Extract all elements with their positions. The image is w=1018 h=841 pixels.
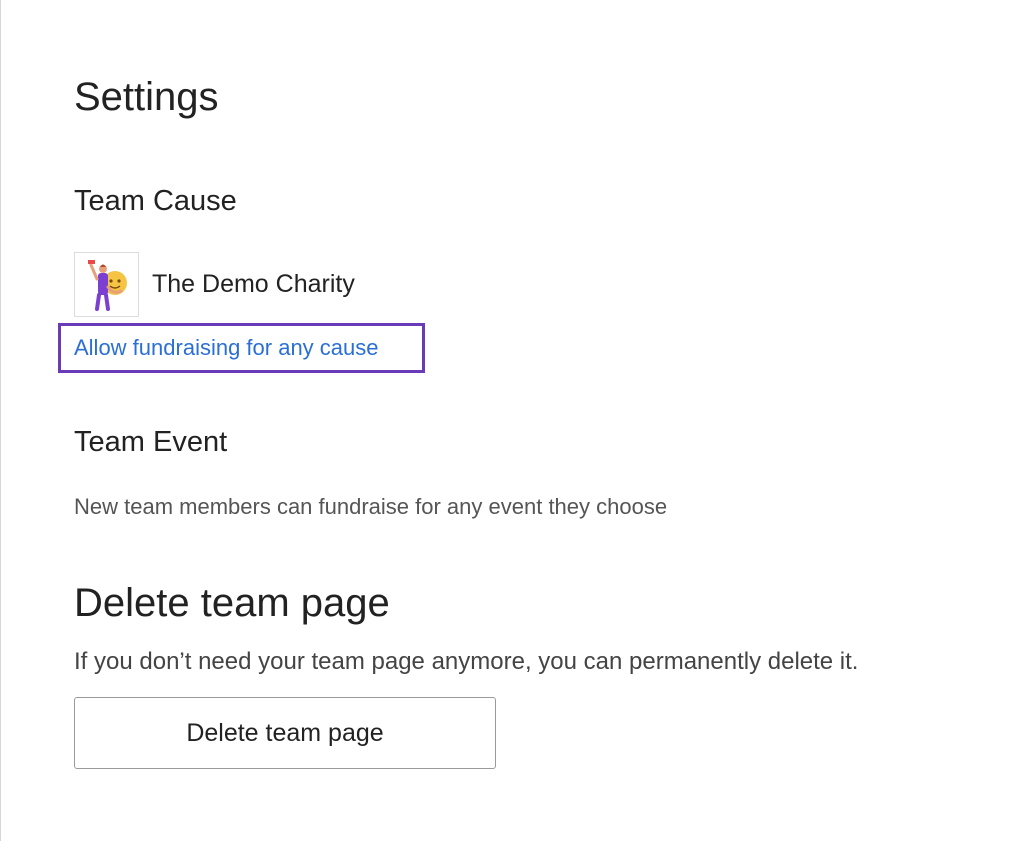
allow-any-cause-link[interactable]: Allow fundraising for any cause: [74, 335, 379, 361]
delete-team-page-button[interactable]: Delete team page: [74, 697, 496, 769]
delete-team-page-heading: Delete team page: [74, 581, 390, 625]
charity-name: The Demo Charity: [152, 270, 355, 298]
charity-logo: [74, 252, 139, 317]
charity-illustration-icon: [87, 259, 127, 311]
allow-any-cause-link-focus: Allow fundraising for any cause: [58, 323, 425, 373]
team-event-heading: Team Event: [74, 426, 228, 458]
delete-team-page-description: If you don’t need your team page anymore…: [74, 648, 859, 675]
team-event-description: New team members can fundraise for any e…: [74, 494, 668, 519]
team-cause-heading: Team Cause: [74, 185, 237, 217]
page-title: Settings: [74, 75, 219, 119]
settings-page: Settings Team Cause The Demo Charity All…: [0, 0, 1018, 841]
charity-row: The Demo Charity: [74, 251, 355, 318]
